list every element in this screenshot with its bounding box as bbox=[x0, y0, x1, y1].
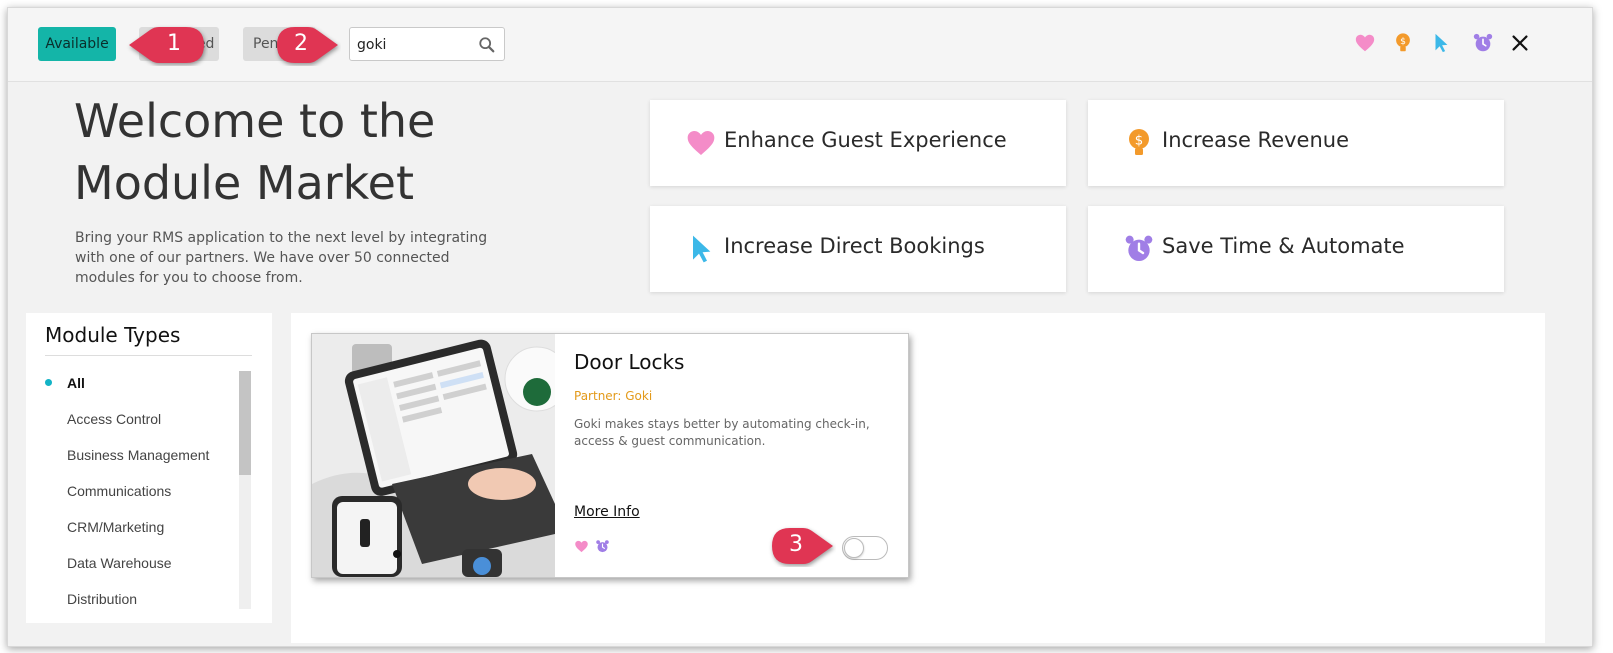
close-icon[interactable] bbox=[1509, 32, 1531, 54]
callout-number: 1 bbox=[167, 31, 181, 56]
module-type-all[interactable]: All bbox=[67, 375, 85, 391]
page-title-line-2: Module Market bbox=[74, 156, 415, 210]
search-icon[interactable] bbox=[478, 36, 496, 54]
module-type-business-management[interactable]: Business Management bbox=[67, 447, 209, 463]
module-type-access-control[interactable]: Access Control bbox=[67, 411, 161, 427]
search-input[interactable] bbox=[357, 35, 472, 55]
cursor-icon[interactable] bbox=[1430, 32, 1452, 54]
module-title: Door Locks bbox=[574, 350, 685, 374]
goal-label: Increase Direct Bookings bbox=[724, 234, 985, 258]
filter-available-button[interactable]: Available bbox=[38, 27, 116, 61]
tablet-photo-image bbox=[312, 334, 555, 577]
callout-number: 2 bbox=[294, 31, 308, 56]
goal-card-increase-revenue[interactable]: $ Increase Revenue bbox=[1088, 100, 1504, 186]
goal-card-enhance-guest-experience[interactable]: Enhance Guest Experience bbox=[650, 100, 1066, 186]
goal-label: Enhance Guest Experience bbox=[724, 128, 1007, 152]
money-bulb-icon[interactable]: $ bbox=[1392, 32, 1414, 54]
module-type-communications[interactable]: Communications bbox=[67, 483, 171, 499]
module-image bbox=[312, 334, 555, 577]
page-title-line-1: Welcome to the bbox=[74, 94, 436, 148]
module-description: Goki makes stays better by automating ch… bbox=[574, 417, 870, 448]
callout-marker-3: 3 bbox=[768, 525, 836, 567]
goal-card-increase-direct-bookings[interactable]: Increase Direct Bookings bbox=[650, 206, 1066, 292]
module-type-distribution[interactable]: Distribution bbox=[67, 591, 137, 607]
heart-icon bbox=[575, 540, 588, 553]
heart-icon[interactable] bbox=[1354, 32, 1376, 54]
svg-text:$: $ bbox=[1400, 36, 1406, 47]
module-market-window: Available Connected Pending $ bbox=[7, 7, 1593, 647]
scrollbar-thumb[interactable] bbox=[239, 371, 251, 475]
results-panel: Door Locks Partner: Goki Goki makes stay… bbox=[291, 313, 1545, 643]
goal-card-save-time-automate[interactable]: Save Time & Automate bbox=[1088, 206, 1504, 292]
callout-marker-2: 2 bbox=[273, 24, 341, 66]
module-type-crm-marketing[interactable]: CRM/Marketing bbox=[67, 519, 164, 535]
svg-text:$: $ bbox=[1135, 133, 1143, 148]
active-dot-icon bbox=[45, 379, 52, 386]
page-title: Welcome to the Module Market bbox=[74, 90, 574, 214]
alarm-clock-icon bbox=[1125, 235, 1153, 261]
more-info-link[interactable]: More Info bbox=[574, 504, 640, 520]
callout-number: 3 bbox=[789, 532, 803, 557]
module-types-title: Module Types bbox=[45, 323, 181, 347]
goal-label: Increase Revenue bbox=[1162, 128, 1350, 152]
money-bulb-icon: $ bbox=[1129, 129, 1149, 155]
toggle-knob bbox=[844, 538, 864, 558]
search-field[interactable] bbox=[349, 27, 505, 61]
cursor-icon bbox=[693, 235, 711, 263]
alarm-clock-icon bbox=[596, 540, 609, 553]
page-description: Bring your RMS application to the next l… bbox=[75, 230, 488, 286]
goal-label: Save Time & Automate bbox=[1162, 234, 1405, 258]
heart-icon bbox=[687, 131, 715, 155]
alarm-clock-icon[interactable] bbox=[1472, 32, 1494, 54]
callout-marker-1: 1 bbox=[126, 24, 208, 66]
module-partner: Partner: Goki bbox=[574, 389, 653, 403]
divider bbox=[45, 355, 252, 356]
module-types-panel: Module Types All Access Control Business… bbox=[26, 313, 272, 623]
top-bar: Available Connected Pending $ bbox=[8, 8, 1592, 82]
module-type-data-warehouse[interactable]: Data Warehouse bbox=[67, 555, 172, 571]
enable-module-toggle[interactable] bbox=[842, 536, 888, 560]
